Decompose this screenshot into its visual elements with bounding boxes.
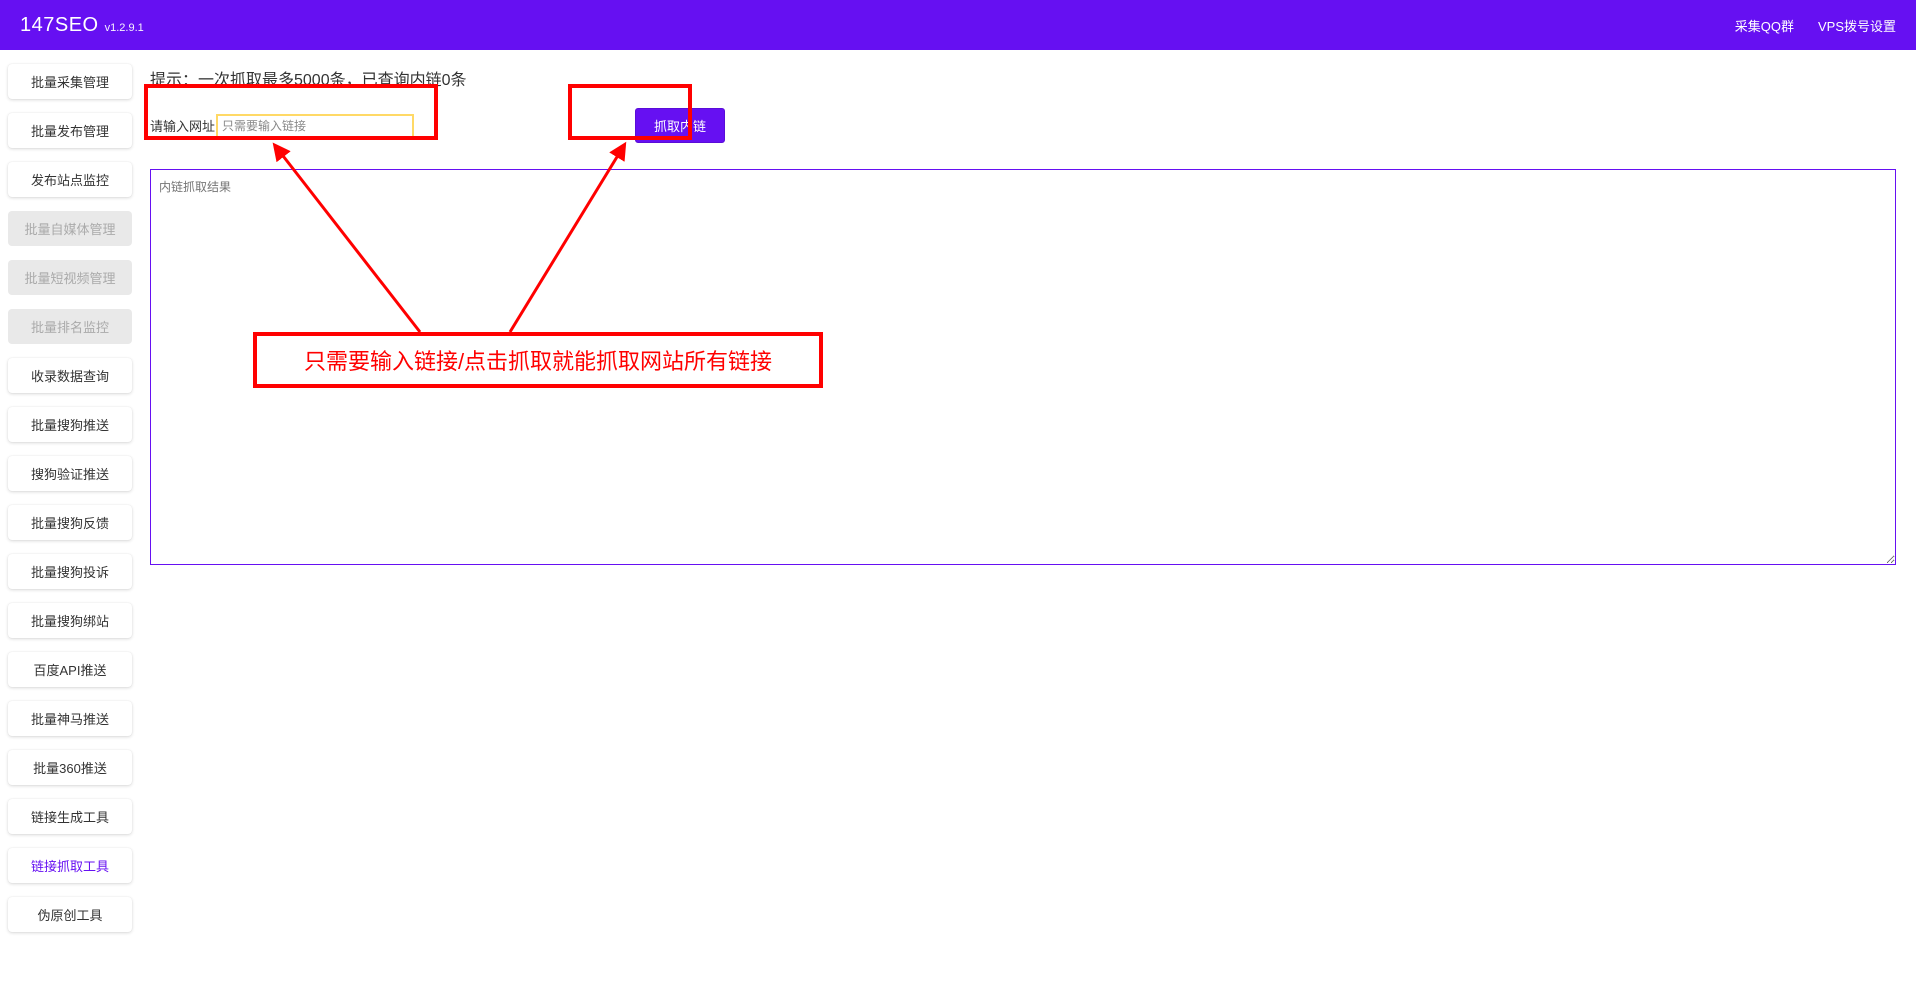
sidebar-item-8[interactable]: 搜狗验证推送: [8, 456, 132, 491]
sidebar-item-11[interactable]: 批量搜狗绑站: [8, 603, 132, 638]
sidebar-item-17[interactable]: 伪原创工具: [8, 897, 132, 932]
sidebar-item-3: 批量自媒体管理: [8, 211, 132, 246]
main-container: 批量采集管理批量发布管理发布站点监控批量自媒体管理批量短视频管理批量排名监控收录…: [0, 50, 1916, 1000]
sidebar-item-14[interactable]: 批量360推送: [8, 750, 132, 785]
sidebar-item-15[interactable]: 链接生成工具: [8, 799, 132, 834]
app-logo: 147SEO: [20, 14, 99, 37]
input-row: 请输入网址 抓取内链: [150, 108, 1896, 143]
main-content: 提示：一次抓取最多5000条，已查询内链0条 请输入网址 抓取内链 只需要输入链…: [140, 50, 1916, 1000]
sidebar-item-6[interactable]: 收录数据查询: [8, 358, 132, 393]
header-left: 147SEO v1.2.9.1: [20, 14, 144, 37]
qq-group-link[interactable]: 采集QQ群: [1735, 16, 1794, 35]
fetch-button[interactable]: 抓取内链: [635, 108, 725, 143]
sidebar-item-2[interactable]: 发布站点监控: [8, 162, 132, 197]
sidebar-item-9[interactable]: 批量搜狗反馈: [8, 505, 132, 540]
header-right: 采集QQ群 VPS拨号设置: [1735, 16, 1896, 35]
sidebar-item-16[interactable]: 链接抓取工具: [8, 848, 132, 883]
sidebar-item-5: 批量排名监控: [8, 309, 132, 344]
url-input-label: 请输入网址: [150, 116, 215, 135]
sidebar-item-7[interactable]: 批量搜狗推送: [8, 407, 132, 442]
sidebar-item-1[interactable]: 批量发布管理: [8, 113, 132, 148]
app-version: v1.2.9.1: [105, 22, 144, 34]
sidebar-item-12[interactable]: 百度API推送: [8, 652, 132, 687]
sidebar-item-10[interactable]: 批量搜狗投诉: [8, 554, 132, 589]
sidebar-item-0[interactable]: 批量采集管理: [8, 64, 132, 99]
url-input[interactable]: [217, 115, 413, 137]
result-textarea[interactable]: [150, 169, 1896, 565]
sidebar[interactable]: 批量采集管理批量发布管理发布站点监控批量自媒体管理批量短视频管理批量排名监控收录…: [0, 50, 140, 1000]
sidebar-item-13[interactable]: 批量神马推送: [8, 701, 132, 736]
hint-text: 提示：一次抓取最多5000条，已查询内链0条: [150, 66, 1896, 90]
vps-settings-link[interactable]: VPS拨号设置: [1818, 16, 1896, 35]
app-header: 147SEO v1.2.9.1 采集QQ群 VPS拨号设置: [0, 0, 1916, 50]
sidebar-item-4: 批量短视频管理: [8, 260, 132, 295]
